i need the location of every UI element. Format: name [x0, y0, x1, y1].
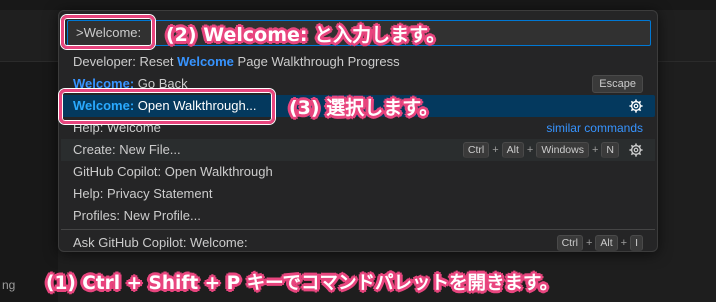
- similar-commands-link[interactable]: similar commands: [546, 117, 643, 139]
- list-item[interactable]: Ask GitHub Copilot: Welcome: Ctrl + Alt + I: [61, 229, 655, 251]
- list-item[interactable]: Developer: Reset Welcome Page Walkthroug…: [61, 51, 655, 73]
- annotation-highlight-selected: [59, 89, 275, 124]
- annotation-step1: (1) Ctrl + Shift + P キーでコマンドパレットを開きます。: [46, 273, 559, 294]
- list-item[interactable]: Help: Privacy Statement: [61, 183, 655, 205]
- match-highlight: Welcome: [177, 54, 234, 69]
- list-item[interactable]: GitHub Copilot: Open Walkthrough: [61, 161, 655, 183]
- window-top-strip: [0, 0, 716, 10]
- key-alt: Alt: [501, 142, 524, 158]
- key-i: I: [630, 235, 643, 251]
- item-label: GitHub Copilot: Open Walkthrough: [73, 164, 273, 179]
- annotation-step2: (2) Welcome: と入力します。: [166, 24, 446, 46]
- list-item[interactable]: Create: New File... Ctrl + Alt + Windows + N: [61, 139, 655, 161]
- background-text: ng: [2, 278, 16, 292]
- item-label-rest: Page Walkthrough Progress: [233, 54, 400, 69]
- item-label: Developer: Reset: [73, 54, 178, 69]
- key-n: N: [601, 142, 619, 158]
- key-ctrl: Ctrl: [556, 235, 583, 251]
- key-plus: +: [591, 144, 599, 156]
- key-alt: Alt: [595, 235, 618, 251]
- item-label: Profiles: New Profile...: [73, 208, 201, 223]
- key-plus: +: [492, 144, 499, 156]
- key-plus: +: [620, 237, 628, 249]
- annotation-highlight-input: [61, 15, 155, 49]
- command-list: Developer: Reset Welcome Page Walkthroug…: [61, 51, 655, 251]
- item-label: Ask GitHub Copilot: Welcome:: [73, 235, 248, 250]
- escape-keybinding: Escape: [592, 75, 643, 93]
- annotation-step3: (3) 選択します。: [289, 97, 439, 119]
- key-windows: Windows: [536, 142, 589, 158]
- key-ctrl: Ctrl: [462, 142, 490, 158]
- list-item[interactable]: Profiles: New Profile...: [61, 205, 655, 227]
- side-panel-area: [0, 62, 58, 302]
- item-label: Help: Privacy Statement: [73, 186, 213, 201]
- key-plus: +: [585, 237, 593, 249]
- gear-icon[interactable]: [629, 99, 643, 113]
- gear-icon[interactable]: [629, 143, 643, 157]
- item-label: Create: New File...: [73, 142, 181, 157]
- key-plus: +: [526, 144, 534, 156]
